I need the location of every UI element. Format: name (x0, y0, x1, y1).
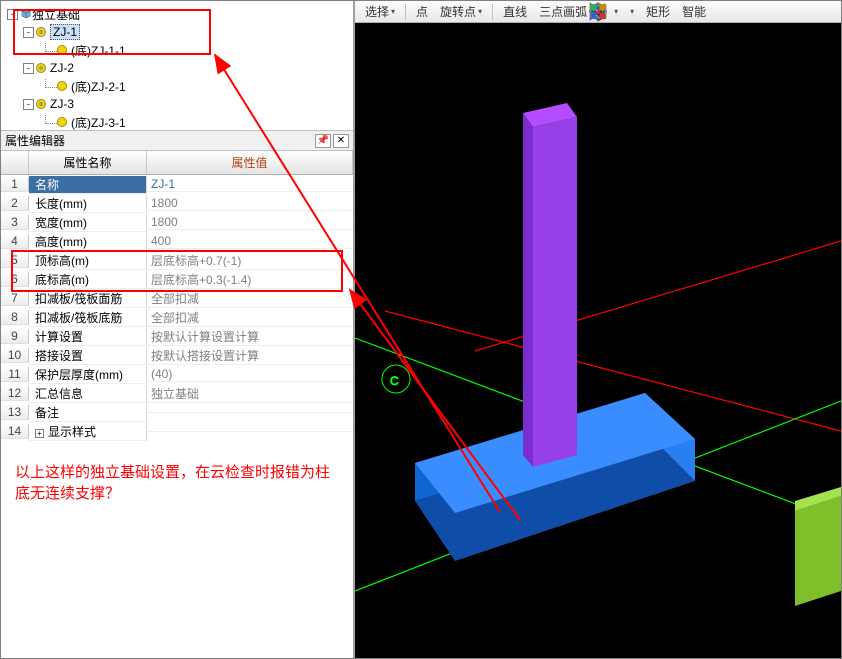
table-row[interactable]: 2长度(mm)1800 (1, 194, 353, 213)
tree-collapse-icon[interactable]: - (23, 27, 34, 38)
property-name: 扣减板/筏板底筋 (29, 309, 147, 327)
property-name: 扣减板/筏板面筋 (29, 290, 147, 308)
table-row[interactable]: 5顶标高(m)层底标高+0.7(-1) (1, 251, 353, 270)
row-index: 7 (1, 291, 29, 306)
table-row[interactable]: 6底标高(m)层底标高+0.3(-1.4) (1, 270, 353, 289)
property-value[interactable]: ZJ-1 (147, 177, 353, 192)
property-value[interactable]: (40) (147, 367, 353, 382)
tree-panel: - 独立基础 - ZJ-1 (底)ZJ-1-1 - ZJ-2 (1, 1, 353, 131)
expand-icon[interactable]: + (35, 429, 44, 438)
close-icon[interactable]: ✕ (333, 134, 349, 148)
property-value[interactable]: 独立基础 (147, 385, 353, 403)
table-row[interactable]: 14+显示样式 (1, 422, 353, 441)
row-index: 9 (1, 329, 29, 344)
property-name: 高度(mm) (29, 233, 147, 251)
property-value[interactable]: 按默认搭接设置计算 (147, 347, 353, 365)
node-icon (36, 27, 46, 37)
property-value[interactable]: 按默认计算设置计算 (147, 328, 353, 346)
property-grid: 属性名称 属性值 1名称ZJ-12长度(mm)18003宽度(mm)18004高… (1, 151, 353, 441)
property-value[interactable]: 层底标高+0.3(-1.4) (147, 271, 353, 289)
row-index: 6 (1, 272, 29, 287)
tree-item-zj2[interactable]: ZJ-2 (50, 61, 74, 75)
node-icon (57, 117, 67, 127)
row-index: 8 (1, 310, 29, 325)
table-row[interactable]: 9计算设置按默认计算设置计算 (1, 327, 353, 346)
property-name: 计算设置 (29, 328, 147, 346)
property-name: 搭接设置 (29, 347, 147, 365)
tree-branch-icon (45, 43, 57, 52)
tree-item-zj1-child[interactable]: (底)ZJ-1-1 (71, 42, 126, 59)
property-value[interactable] (147, 431, 353, 432)
node-icon (57, 45, 67, 55)
node-icon (36, 99, 46, 109)
tree-branch-icon (45, 79, 57, 88)
left-panel: - 独立基础 - ZJ-1 (底)ZJ-1-1 - ZJ-2 (1, 1, 355, 658)
tree-item-zj3[interactable]: ZJ-3 (50, 97, 74, 111)
row-index: 3 (1, 215, 29, 230)
row-index: 5 (1, 253, 29, 268)
grid-header-value: 属性值 (147, 151, 353, 174)
row-index: 1 (1, 177, 29, 192)
table-row[interactable]: 12汇总信息独立基础 (1, 384, 353, 403)
node-icon (57, 81, 67, 91)
tree-item-zj3-child[interactable]: (底)ZJ-3-1 (71, 114, 126, 131)
table-row[interactable]: 11保护层厚度(mm)(40) (1, 365, 353, 384)
table-row[interactable]: 8扣减板/筏板底筋全部扣减 (1, 308, 353, 327)
property-name: 名称 (29, 176, 147, 194)
grid-header-index (1, 151, 29, 174)
grid-body: 1名称ZJ-12长度(mm)18003宽度(mm)18004高度(mm)4005… (1, 175, 353, 441)
property-value[interactable]: 层底标高+0.7(-1) (147, 252, 353, 270)
table-row[interactable]: 1名称ZJ-1 (1, 175, 353, 194)
property-name: 汇总信息 (29, 385, 147, 403)
property-value[interactable]: 1800 (147, 196, 353, 211)
property-editor-titlebar: 属性编辑器 📌 ✕ (1, 131, 353, 151)
row-index: 12 (1, 386, 29, 401)
property-name: 长度(mm) (29, 195, 147, 213)
annotation-text: 以上这样的独立基础设置，在云检查时报错为柱底无连续支撑？ (1, 441, 353, 523)
property-name: 宽度(mm) (29, 214, 147, 232)
table-row[interactable]: 4高度(mm)400 (1, 232, 353, 251)
tree-root-label[interactable]: 独立基础 (32, 6, 80, 23)
property-value[interactable]: 400 (147, 234, 353, 249)
table-row[interactable]: 3宽度(mm)1800 (1, 213, 353, 232)
cube-icon (20, 7, 32, 21)
row-index: 10 (1, 348, 29, 363)
property-value[interactable] (147, 412, 353, 413)
property-value[interactable]: 1800 (147, 215, 353, 230)
row-index: 14 (1, 424, 29, 439)
tree-item-zj2-child[interactable]: (底)ZJ-2-1 (71, 78, 126, 95)
svg-text:C: C (390, 374, 399, 388)
grid-header-name: 属性名称 (29, 151, 147, 174)
app-root: - 独立基础 - ZJ-1 (底)ZJ-1-1 - ZJ-2 (0, 0, 842, 659)
table-row[interactable]: 10搭接设置按默认搭接设置计算 (1, 346, 353, 365)
row-index: 11 (1, 367, 29, 382)
tree-collapse-icon[interactable]: - (7, 9, 18, 20)
3d-viewport[interactable]: 选择▾ 点 旋转点▾ 直线 三点画弧▾ ▾ (355, 1, 841, 658)
tree-item-zj1[interactable]: ZJ-1 (50, 24, 80, 40)
property-value[interactable]: 全部扣减 (147, 290, 353, 308)
row-index: 13 (1, 405, 29, 420)
property-name: 备注 (29, 404, 147, 422)
grid-header: 属性名称 属性值 (1, 151, 353, 175)
property-name: 底标高(m) (29, 271, 147, 289)
property-name: +显示样式 (29, 423, 147, 441)
pin-icon[interactable]: 📌 (315, 134, 331, 148)
tree-collapse-icon[interactable]: - (23, 99, 34, 110)
node-icon (36, 63, 46, 73)
table-row[interactable]: 7扣减板/筏板面筋全部扣减 (1, 289, 353, 308)
tree-collapse-icon[interactable]: - (23, 63, 34, 74)
row-index: 2 (1, 196, 29, 211)
tree-branch-icon (45, 115, 57, 124)
row-index: 4 (1, 234, 29, 249)
property-value[interactable]: 全部扣减 (147, 309, 353, 327)
table-row[interactable]: 13备注 (1, 403, 353, 422)
property-editor-title: 属性编辑器 (5, 132, 65, 149)
property-name: 顶标高(m) (29, 252, 147, 270)
property-name: 保护层厚度(mm) (29, 366, 147, 384)
3d-scene[interactable]: C (355, 1, 841, 658)
